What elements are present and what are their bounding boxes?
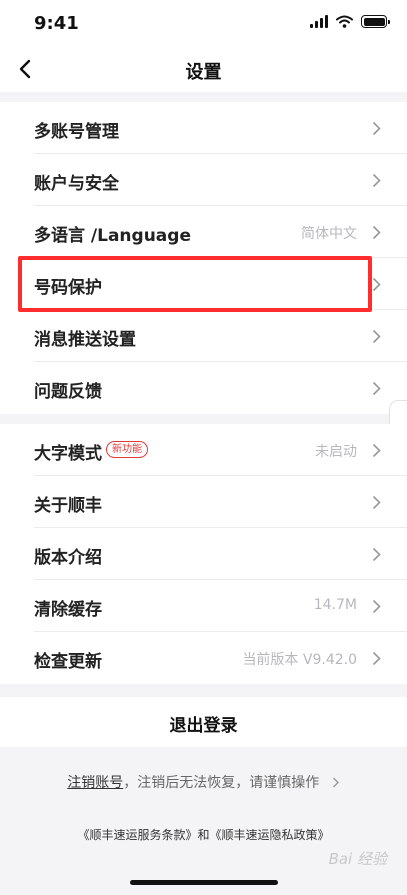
setting-push-notifications[interactable]: 消息推送设置	[0, 310, 407, 362]
chevron-right-icon	[372, 225, 381, 240]
chevron-right-icon[interactable]	[332, 777, 340, 788]
watermark: Bai 经验	[328, 850, 387, 868]
setting-value: 未启动	[315, 444, 357, 460]
cancel-account-warning: ，注销后无法恢复，请谨慎操作	[123, 775, 320, 791]
settings-group-general: 大字模式 新功能 未启动 关于顺丰 版本介绍 清除缓存 14.7M 检查更新 当…	[0, 424, 407, 684]
setting-large-font[interactable]: 大字模式 新功能 未启动	[0, 424, 407, 476]
setting-label: 大字模式	[34, 444, 102, 464]
chevron-right-icon	[372, 651, 381, 666]
setting-value: 当前版本 V9.42.0	[242, 652, 357, 668]
cancel-account-notice: 注销账号，注销后无法恢复，请谨慎操作	[0, 772, 407, 792]
setting-label: 号码保护	[34, 278, 102, 298]
setting-version-intro[interactable]: 版本介绍	[0, 528, 407, 580]
page-title: 设置	[185, 62, 222, 83]
setting-value: 简体中文	[301, 226, 357, 242]
setting-label: 关于顺丰	[34, 496, 102, 516]
chevron-right-icon	[372, 495, 381, 510]
setting-check-update[interactable]: 检查更新 当前版本 V9.42.0	[0, 632, 407, 684]
chevron-right-icon	[372, 443, 381, 458]
setting-about[interactable]: 关于顺丰	[0, 476, 407, 528]
setting-account-security[interactable]: 账户与安全	[0, 154, 407, 206]
wifi-icon	[336, 15, 353, 28]
status-time: 9:41	[34, 13, 79, 34]
setting-value: 14.7M	[313, 597, 357, 613]
setting-language[interactable]: 多语言 /Language 简体中文	[0, 206, 407, 258]
chevron-right-icon	[372, 599, 381, 614]
new-feature-badge: 新功能	[106, 441, 148, 458]
nav-bar: 设置	[0, 46, 407, 92]
chevron-right-icon	[372, 329, 381, 344]
settings-group-account: 多账号管理 账户与安全 多语言 /Language 简体中文 号码保护 消息推送…	[0, 102, 407, 414]
battery-icon	[361, 15, 390, 28]
setting-feedback[interactable]: 问题反馈	[0, 362, 407, 414]
setting-label: 问题反馈	[34, 382, 102, 402]
setting-label: 版本介绍	[34, 548, 102, 568]
status-bar: 9:41	[0, 0, 407, 46]
chevron-right-icon	[372, 381, 381, 396]
chevron-right-icon	[372, 277, 381, 292]
setting-multi-account[interactable]: 多账号管理	[0, 102, 407, 154]
logout-label: 退出登录	[169, 716, 238, 736]
cancel-account-link[interactable]: 注销账号	[67, 775, 123, 791]
setting-clear-cache[interactable]: 清除缓存 14.7M	[0, 580, 407, 632]
policy-links[interactable]: 《顺丰速运服务条款》和《顺丰速运隐私政策》	[0, 826, 407, 843]
home-indicator	[130, 880, 278, 885]
status-icons	[310, 15, 390, 28]
logout-button[interactable]: 退出登录	[0, 697, 407, 747]
setting-label: 清除缓存	[34, 600, 102, 620]
setting-label: 多语言 /Language	[34, 226, 191, 246]
setting-label: 多账号管理	[34, 122, 119, 142]
signal-icon	[310, 15, 328, 28]
chevron-right-icon	[372, 121, 381, 136]
setting-label: 检查更新	[34, 652, 102, 672]
setting-label: 消息推送设置	[34, 330, 136, 350]
chevron-right-icon	[372, 173, 381, 188]
chevron-right-icon	[372, 547, 381, 562]
setting-label: 账户与安全	[34, 174, 119, 194]
setting-number-protection[interactable]: 号码保护	[0, 258, 407, 310]
